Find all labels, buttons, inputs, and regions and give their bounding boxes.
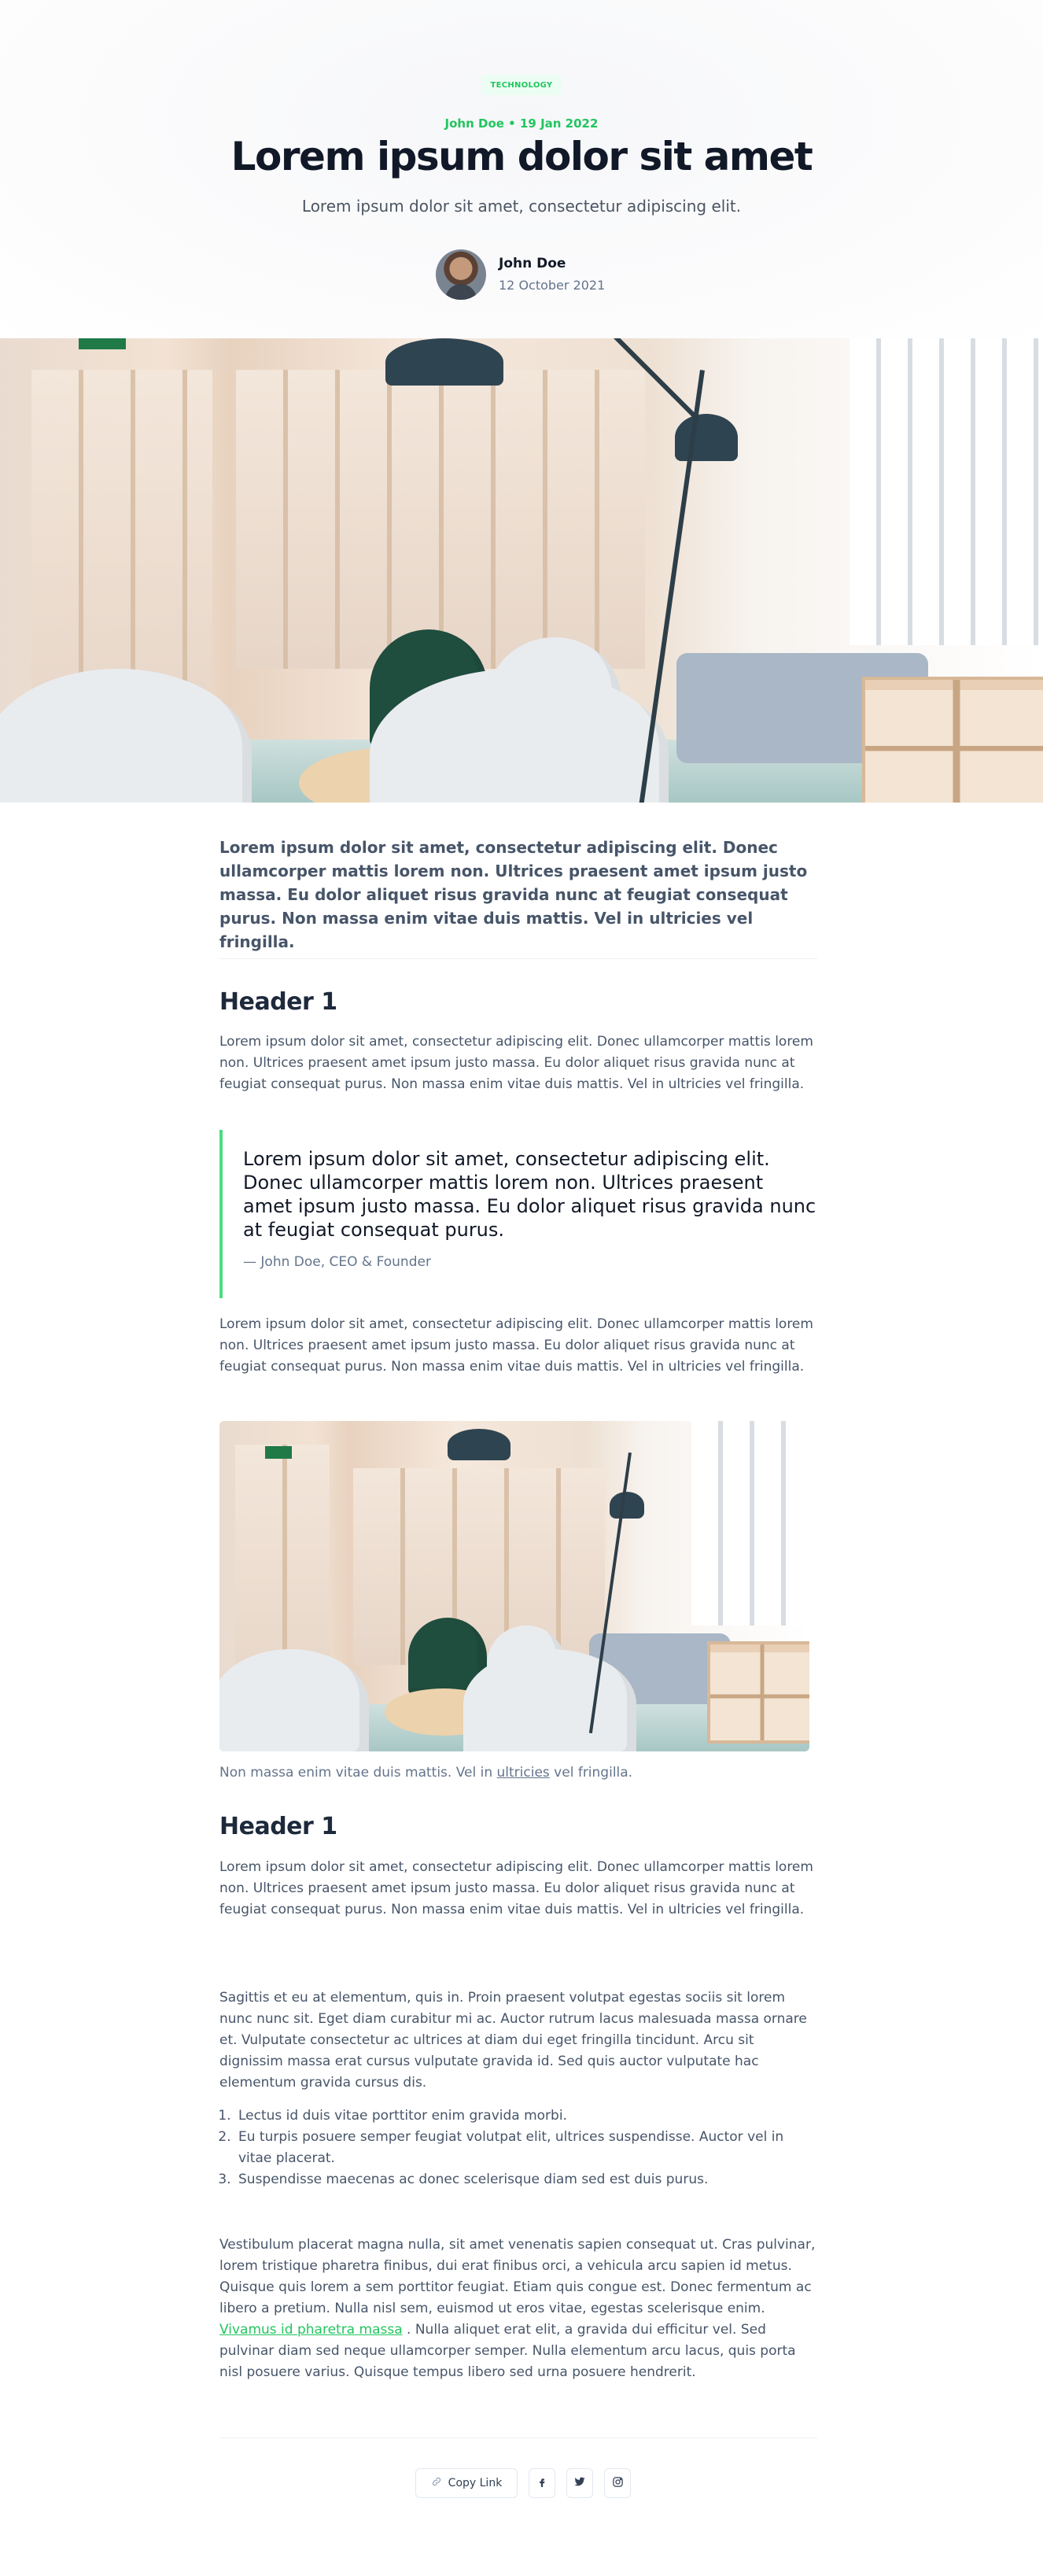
image-caption: Non massa enim vitae duis mattis. Vel in… — [219, 1765, 817, 1781]
section-heading: Header 1 — [219, 1813, 337, 1840]
twitter-icon — [573, 2475, 586, 2491]
exit-sign-icon — [79, 338, 126, 349]
list-item: Suspendisse maecenas ac donec scelerisqu… — [235, 2169, 817, 2190]
publish-date: 12 October 2021 — [499, 278, 606, 293]
section-heading: Header 1 — [219, 988, 337, 1016]
article-meta: John Doe • 19 Jan 2022 — [444, 116, 599, 131]
link-icon — [431, 2476, 442, 2490]
section-paragraph: Lorem ipsum dolor sit amet, consectetur … — [219, 1859, 813, 1917]
caption-link[interactable]: ultricies — [497, 1765, 550, 1781]
section-paragraph: Vestibulum placerat magna nulla, sit ame… — [219, 2235, 817, 2383]
photo-window — [850, 338, 1043, 645]
instagram-icon — [612, 2476, 624, 2491]
photo-shelf — [862, 677, 1043, 803]
article-lead: Lorem ipsum dolor sit amet, consectetur … — [219, 838, 808, 951]
author-block[interactable]: John Doe 12 October 2021 — [436, 249, 625, 301]
copy-link-label: Copy Link — [448, 2477, 503, 2489]
ordered-list: Lectus id duis vitae porttitor enim grav… — [219, 2105, 817, 2190]
category-tag[interactable]: TECHNOLOGY — [481, 75, 562, 95]
exit-sign-icon — [265, 1446, 292, 1459]
page-subtitle: Lorem ipsum dolor sit amet, consectetur … — [301, 197, 742, 216]
hero-image — [0, 338, 1043, 803]
quote-cite: — John Doe, CEO & Founder — [243, 1254, 431, 1270]
author-name[interactable]: John Doe — [499, 256, 566, 271]
photo-glass-partition — [236, 370, 645, 669]
caption-text: vel fringilla. — [549, 1765, 633, 1781]
instagram-share-button[interactable] — [604, 2468, 631, 2498]
article-hero: TECHNOLOGY John Doe • 19 Jan 2022 Lorem … — [0, 0, 1043, 338]
divider — [219, 958, 817, 959]
paragraph-text: Vestibulum placerat magna nulla, sit ame… — [219, 2237, 816, 2316]
list-item: Eu turpis posuere semper feugiat volutpa… — [235, 2127, 817, 2169]
inline-link[interactable]: Vivamus id pharetra massa — [219, 2322, 403, 2338]
quote-text: Lorem ipsum dolor sit amet, consectetur … — [243, 1148, 816, 1241]
avatar[interactable] — [436, 249, 486, 300]
photo-window — [691, 1421, 809, 1626]
caption-text: Non massa enim vitae duis mattis. Vel in — [219, 1765, 497, 1781]
section-paragraph: Sagittis et eu at elementum, quis in. Pr… — [219, 1990, 807, 2091]
lamp-head — [675, 414, 738, 461]
copy-link-button[interactable]: Copy Link — [415, 2468, 518, 2498]
twitter-share-button[interactable] — [566, 2468, 593, 2498]
facebook-icon — [536, 2476, 547, 2491]
pull-quote: Lorem ipsum dolor sit amet, consectetur … — [219, 1130, 817, 1298]
photo-chair-front — [463, 1649, 636, 1751]
section-paragraph: Lorem ipsum dolor sit amet, consectetur … — [219, 1034, 813, 1092]
share-bar: Copy Link — [415, 2468, 631, 2498]
page-title: Lorem ipsum dolor sit amet — [230, 134, 813, 179]
lamp-head — [448, 1429, 510, 1460]
list-item: Lectus id duis vitae porttitor enim grav… — [235, 2105, 817, 2127]
lamp-head — [385, 338, 503, 386]
section-paragraph: Lorem ipsum dolor sit amet, consectetur … — [219, 1316, 813, 1375]
lamp-head — [610, 1492, 644, 1519]
photo-shelf — [707, 1641, 809, 1744]
facebook-share-button[interactable] — [529, 2468, 555, 2498]
inline-image — [219, 1421, 809, 1751]
